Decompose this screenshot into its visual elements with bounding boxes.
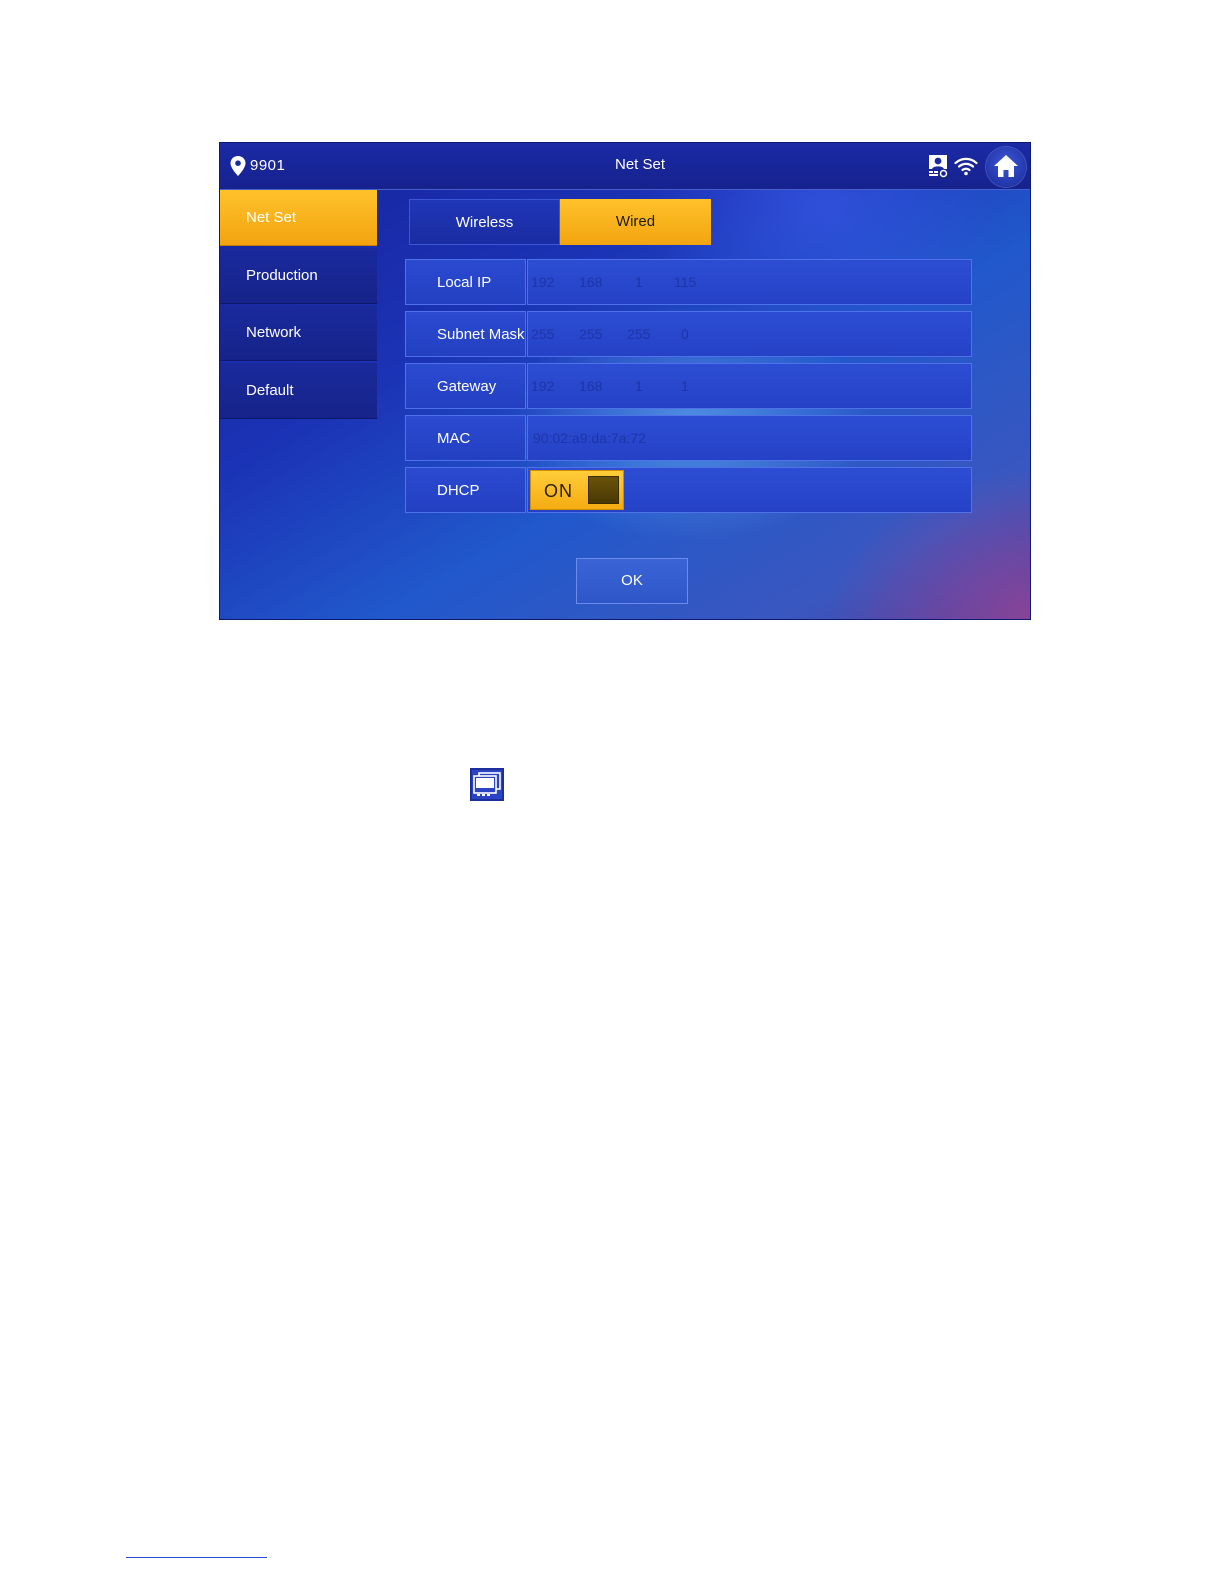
ip-octet[interactable]: 0 bbox=[681, 326, 689, 342]
ip-octet[interactable]: 255 bbox=[579, 326, 602, 342]
home-icon bbox=[994, 155, 1018, 177]
field-label: Subnet Mask bbox=[405, 311, 526, 357]
footnote-rule bbox=[126, 1557, 267, 1558]
ip-octet[interactable]: 255 bbox=[627, 326, 650, 342]
toggle-state-text: ON bbox=[544, 481, 573, 501]
top-bar: 9901 Net Set bbox=[220, 143, 1030, 190]
mac-label: MAC bbox=[437, 430, 471, 447]
gateway-label: Gateway bbox=[437, 378, 497, 395]
ip-octet[interactable]: 255 bbox=[531, 326, 554, 342]
mac-value: 90:02:a9:da:7a:72 bbox=[527, 415, 972, 461]
tab-wired[interactable]: Wired bbox=[560, 199, 711, 245]
dhcp-row: DHCP ON bbox=[405, 467, 972, 513]
mac-address-text: 90:02:a9:da:7a:72 bbox=[533, 430, 646, 446]
sidebar-item-net-set[interactable]: Net Set bbox=[220, 190, 377, 246]
toggle-knob[interactable] bbox=[588, 476, 619, 504]
sidebar-item-label: Network bbox=[246, 324, 302, 341]
mac-row: MAC 90:02:a9:da:7a:72 bbox=[405, 415, 972, 461]
sidebar-item-default[interactable]: Default bbox=[220, 362, 377, 419]
ip-octet[interactable]: 168 bbox=[579, 274, 602, 290]
subnet-mask-label: Subnet Mask bbox=[437, 326, 525, 343]
local-ip-input[interactable]: 192 168 1 115 bbox=[527, 259, 972, 305]
monitor-icon bbox=[470, 768, 504, 801]
sidebar-item-label: Default bbox=[246, 381, 294, 399]
subnet-mask-input[interactable]: 255 255 255 0 bbox=[527, 311, 972, 357]
ip-octet[interactable]: 168 bbox=[579, 378, 602, 394]
ip-octet[interactable]: 1 bbox=[635, 274, 643, 290]
home-button[interactable] bbox=[986, 147, 1026, 187]
ip-octet[interactable]: 192 bbox=[531, 378, 554, 394]
sidebar-item-label: Production bbox=[246, 266, 318, 284]
tab-wireless[interactable]: Wireless bbox=[409, 199, 560, 245]
gateway-row: Gateway 192 168 1 1 bbox=[405, 363, 972, 409]
local-ip-label: Local IP bbox=[437, 274, 492, 291]
ip-octet[interactable]: 1 bbox=[635, 378, 643, 394]
field-label: DHCP bbox=[405, 467, 526, 513]
sidebar-item-network[interactable]: Network bbox=[220, 305, 377, 361]
wifi-icon bbox=[954, 157, 978, 176]
ok-button[interactable]: OK bbox=[576, 558, 688, 604]
gateway-input[interactable]: 192 168 1 1 bbox=[527, 363, 972, 409]
device-screen: 9901 Net Set Net Set Production Network … bbox=[219, 142, 1031, 620]
field-label: Gateway bbox=[405, 363, 526, 409]
screen-title: Net Set bbox=[614, 156, 666, 173]
field-label: Local IP bbox=[405, 259, 526, 305]
sidebar-menu: Net Set Production Network Default bbox=[220, 190, 377, 420]
local-ip-row: Local IP 192 168 1 115 bbox=[405, 259, 972, 305]
ip-octet[interactable]: 1 bbox=[681, 378, 689, 394]
dhcp-toggle[interactable]: ON bbox=[530, 470, 624, 510]
sidebar-item-label: Net Set bbox=[246, 209, 297, 226]
intercom-camera-icon[interactable] bbox=[928, 154, 950, 178]
dhcp-value: ON bbox=[527, 467, 972, 513]
ip-octet[interactable]: 192 bbox=[531, 274, 554, 290]
network-type-tabs: Wireless Wired bbox=[409, 199, 711, 245]
sidebar-item-production[interactable]: Production bbox=[220, 247, 377, 304]
ip-octet[interactable]: 115 bbox=[674, 274, 696, 290]
dhcp-label: DHCP bbox=[437, 482, 480, 499]
field-label: MAC bbox=[405, 415, 526, 461]
subnet-mask-row: Subnet Mask 255 255 255 0 bbox=[405, 311, 972, 357]
network-settings-form: Local IP 192 168 1 115 Subnet Mask 255 2… bbox=[405, 259, 972, 519]
document-page: 9901 Net Set Net Set Production Network … bbox=[0, 0, 1224, 1584]
